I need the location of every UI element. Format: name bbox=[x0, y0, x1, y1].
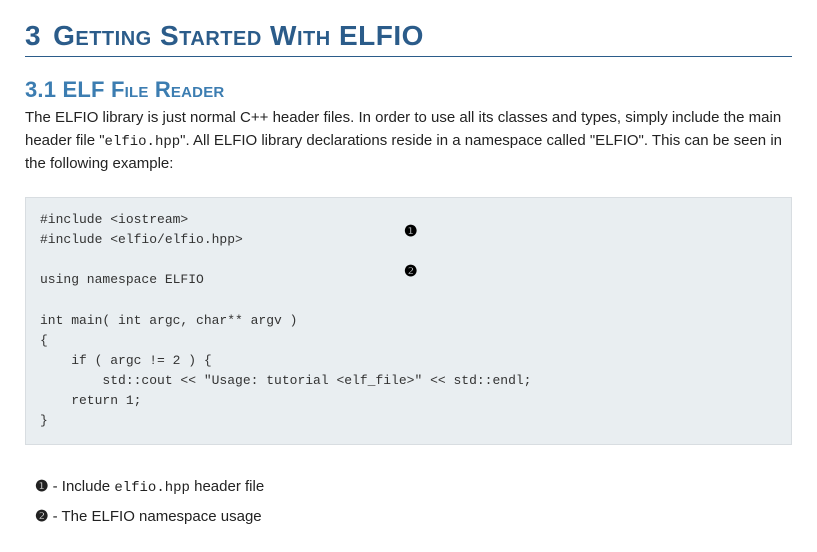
chapter-title: 3 Getting Started With ELFIO bbox=[25, 20, 792, 57]
section-title: 3.1 ELF File Reader bbox=[25, 77, 792, 103]
chapter-title-text: Getting Started With ELFIO bbox=[53, 20, 424, 51]
legend-code-1: elfio.hpp bbox=[114, 480, 190, 496]
code-example: #include <iostream> #include <elfio/elfi… bbox=[25, 197, 792, 445]
callout-two-icon: ❷ bbox=[404, 260, 417, 283]
section-title-text: ELF File Reader bbox=[63, 77, 225, 102]
legend-num-1: ❶ bbox=[35, 478, 48, 495]
intro-paragraph: The ELFIO library is just normal C++ hea… bbox=[25, 107, 792, 175]
legend-text-2: - The ELFIO namespace usage bbox=[48, 508, 261, 525]
inline-code-elfio-hpp: elfio.hpp bbox=[105, 134, 181, 150]
callout-legend: ❶ - Include elfio.hpp header file ❷ - Th… bbox=[25, 473, 792, 530]
callout-one-icon: ❶ bbox=[404, 220, 417, 243]
chapter-number: 3 bbox=[25, 20, 41, 51]
code-content: #include <iostream> #include <elfio/elfi… bbox=[40, 212, 531, 428]
legend-num-2: ❷ bbox=[35, 508, 48, 525]
legend-text-1b: header file bbox=[190, 478, 264, 495]
legend-text-1a: - Include bbox=[48, 478, 114, 495]
section-number: 3.1 bbox=[25, 77, 56, 102]
legend-row-2: ❷ - The ELFIO namespace usage bbox=[35, 503, 792, 530]
legend-row-1: ❶ - Include elfio.hpp header file bbox=[35, 473, 792, 501]
